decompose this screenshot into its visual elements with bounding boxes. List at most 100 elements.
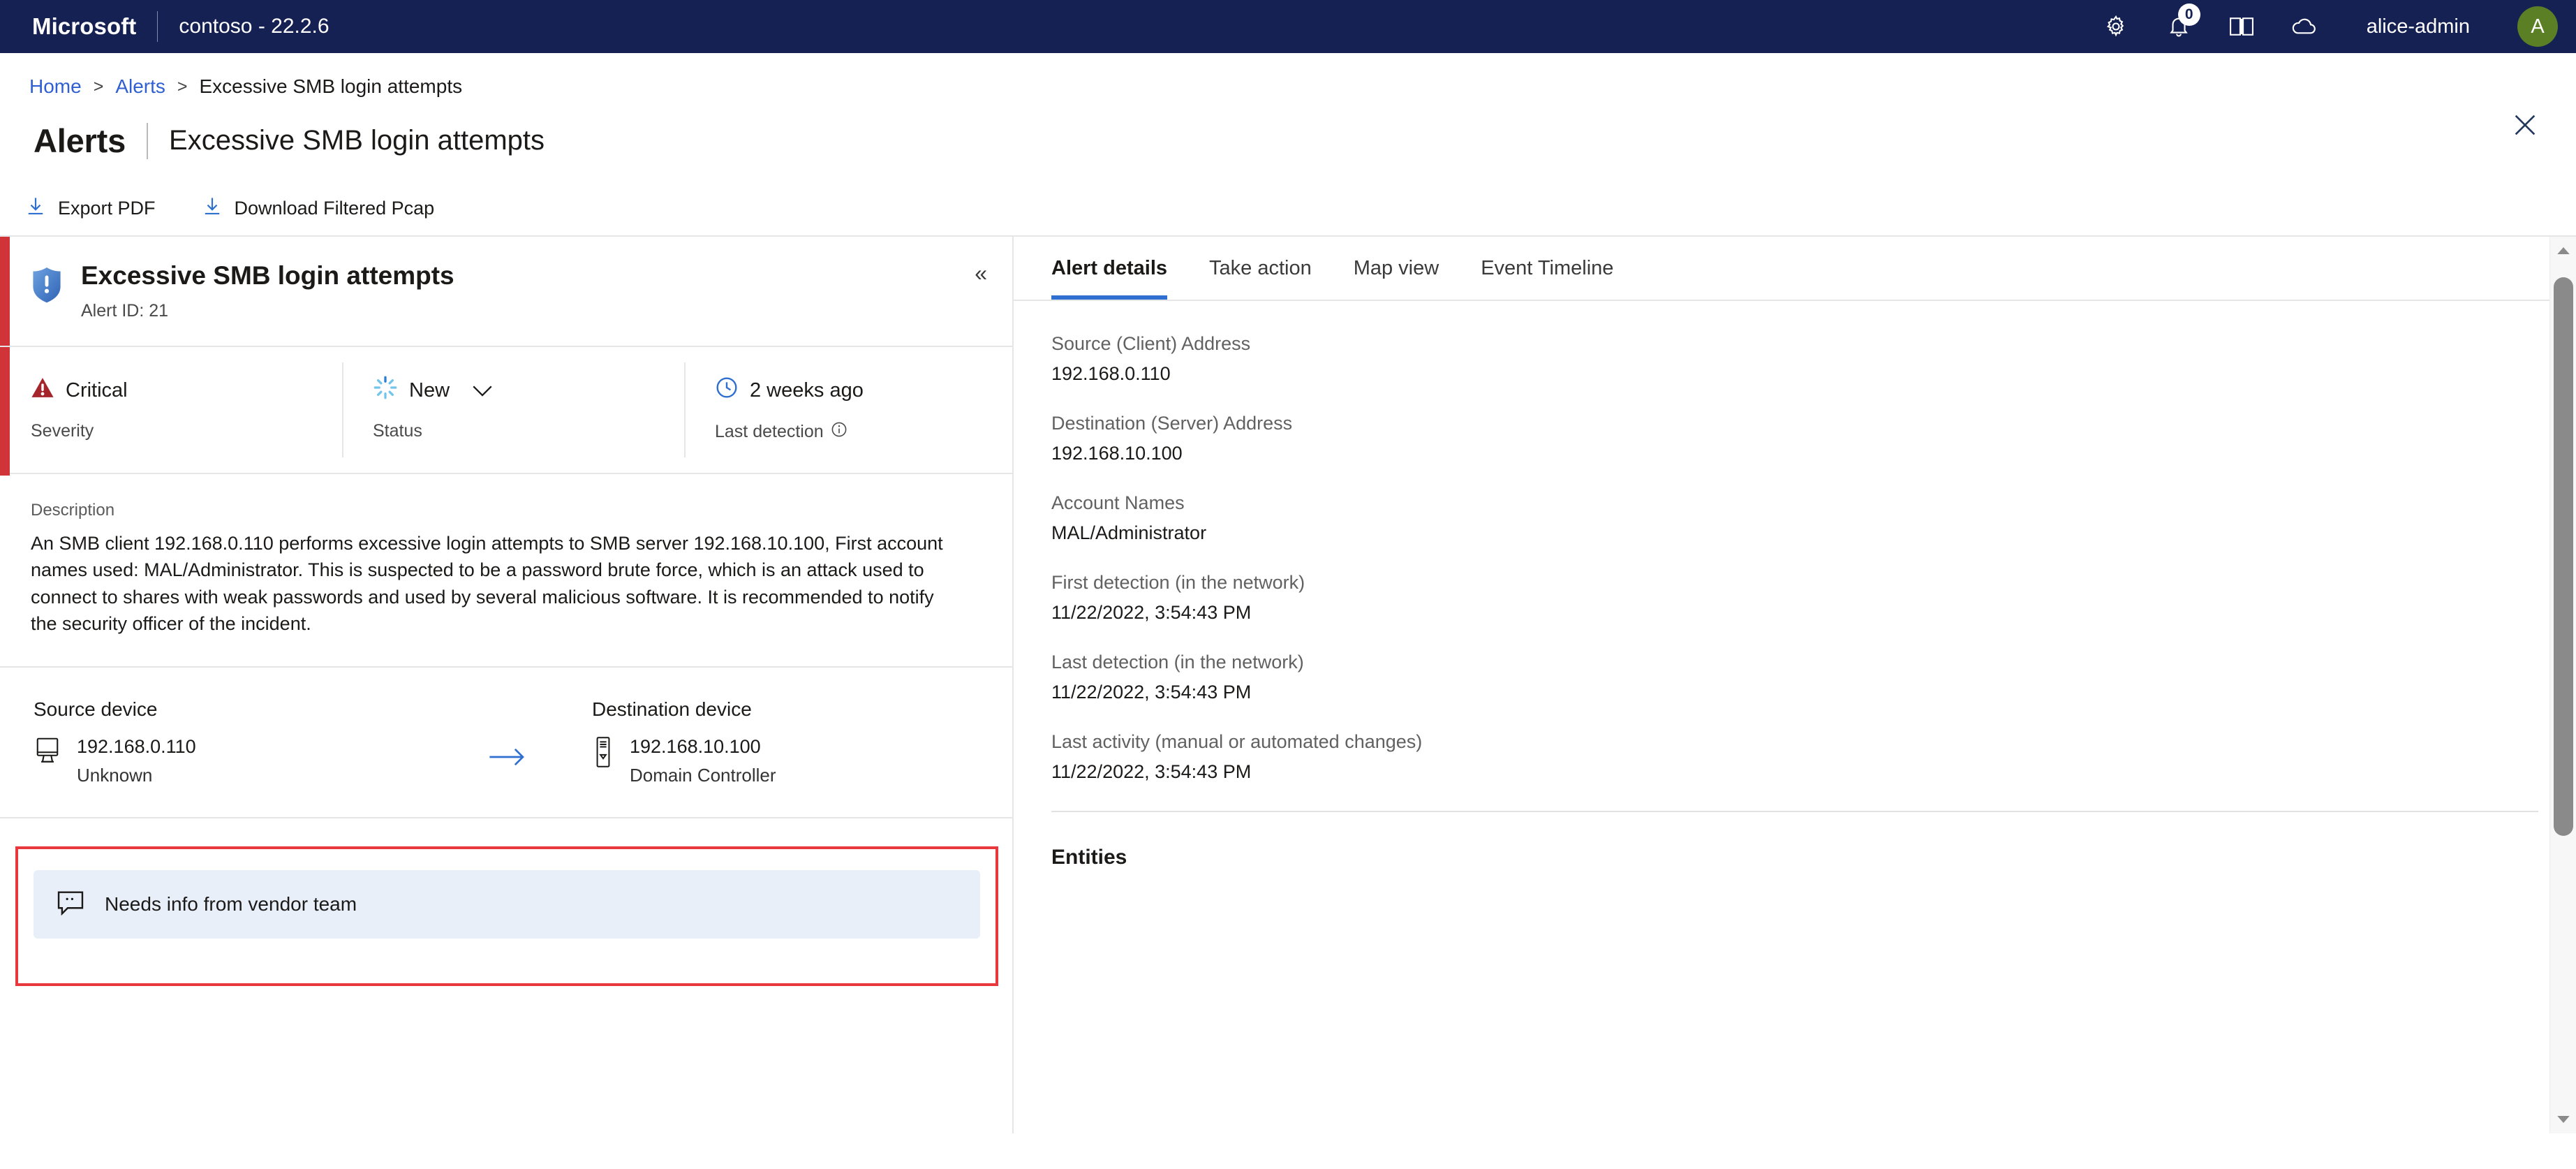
status-cell: New Status xyxy=(342,347,684,473)
vertical-scrollbar[interactable] xyxy=(2549,237,2576,1133)
page-title: Alerts xyxy=(34,122,126,159)
field-first-detection: First detection (in the network) 11/22/2… xyxy=(1051,572,2576,624)
breadcrumb-item-current: Excessive SMB login attempts xyxy=(199,75,463,97)
source-device-column: Source device 192.168.0.110 Unknown xyxy=(34,698,313,786)
brand-divider xyxy=(157,11,158,42)
status-label-text: Status xyxy=(373,421,422,441)
critical-triangle-icon xyxy=(31,376,54,404)
last-detection-value-row: 2 weeks ago xyxy=(715,374,1012,407)
gear-icon[interactable] xyxy=(2100,10,2132,43)
scrollbar-thumb[interactable] xyxy=(2554,277,2573,836)
entities-heading: Entities xyxy=(1051,846,1127,869)
last-detection-value: 2 weeks ago xyxy=(750,378,864,402)
download-pcap-button[interactable]: Download Filtered Pcap xyxy=(195,191,442,226)
status-label: Status xyxy=(373,421,684,441)
tab-event-timeline[interactable]: Event Timeline xyxy=(1460,237,1634,300)
scrollbar-track[interactable] xyxy=(2550,265,2576,1105)
alert-id-label: Alert ID: 21 xyxy=(81,300,169,321)
avatar[interactable]: A xyxy=(2517,6,2558,47)
field-value: 11/22/2022, 3:54:43 PM xyxy=(1051,602,1252,623)
book-icon[interactable] xyxy=(2226,10,2258,43)
description-block: Description An SMB client 192.168.0.110 … xyxy=(0,474,1012,668)
severity-cell: Critical Severity xyxy=(0,347,342,473)
tenant-name-label: contoso - 22.2.6 xyxy=(179,15,330,38)
field-value: 192.168.10.100 xyxy=(1051,443,1183,464)
severity-value: Critical xyxy=(66,378,128,402)
alert-details-panel: Alert details Take action Map view Event… xyxy=(1014,237,2576,1133)
close-icon[interactable] xyxy=(2506,106,2544,144)
breadcrumb-item-alerts[interactable]: Alerts xyxy=(115,75,165,98)
download-icon xyxy=(25,196,46,221)
destination-device-ip[interactable]: 192.168.10.100 xyxy=(630,736,776,758)
comment-item[interactable]: Needs info from vendor team xyxy=(34,870,980,939)
field-value: MAL/Administrator xyxy=(1051,522,1207,543)
tab-map-view[interactable]: Map view xyxy=(1333,237,1460,300)
severity-value-row: Critical xyxy=(31,374,342,407)
destination-device-body: 192.168.10.100 Domain Controller xyxy=(592,736,871,786)
tab-take-action[interactable]: Take action xyxy=(1188,237,1333,300)
microsoft-logo[interactable]: Microsoft xyxy=(32,13,136,40)
detail-tabs: Alert details Take action Map view Event… xyxy=(1014,237,2576,301)
cloud-icon[interactable] xyxy=(2288,10,2320,43)
source-device-type: Unknown xyxy=(77,765,153,786)
alert-summary-panel: Excessive SMB login attempts Alert ID: 2… xyxy=(0,237,1014,1133)
chevron-down-icon[interactable] xyxy=(471,382,494,399)
bell-icon[interactable]: 0 xyxy=(2163,3,2200,43)
tab-alert-details[interactable]: Alert details xyxy=(1051,237,1188,300)
info-icon[interactable] xyxy=(831,421,847,443)
field-source-client-address: Source (Client) Address 192.168.0.110 xyxy=(1051,333,2576,385)
detail-field-list: Source (Client) Address 192.168.0.110 De… xyxy=(1014,301,2576,783)
clock-icon xyxy=(715,376,739,405)
field-account-names: Account Names MAL/Administrator xyxy=(1051,492,2576,544)
field-label: Last activity (manual or automated chang… xyxy=(1051,731,1423,752)
username-label[interactable]: alice-admin xyxy=(2367,15,2470,38)
destination-device-heading: Destination device xyxy=(592,698,752,721)
alert-title: Excessive SMB login attempts xyxy=(81,261,454,290)
destination-device-text: 192.168.10.100 Domain Controller xyxy=(630,736,776,786)
comment-highlight-box: Needs info from vendor team xyxy=(15,846,998,987)
source-device-text: 192.168.0.110 Unknown xyxy=(77,736,196,786)
field-value: 192.168.0.110 xyxy=(1051,363,1171,384)
breadcrumb-separator: > xyxy=(177,76,188,96)
alert-card-title-block: Excessive SMB login attempts Alert ID: 2… xyxy=(81,261,454,321)
last-detection-label: Last detection xyxy=(715,421,1012,443)
field-value: 11/22/2022, 3:54:43 PM xyxy=(1051,682,1252,703)
page-header: Alerts Excessive SMB login attempts xyxy=(0,98,2576,160)
download-icon xyxy=(202,196,223,221)
breadcrumb-item-home[interactable]: Home xyxy=(29,75,82,98)
breadcrumb: Home > Alerts > Excessive SMB login atte… xyxy=(0,53,2576,98)
page-subtitle: Excessive SMB login attempts xyxy=(169,125,545,156)
field-destination-server-address: Destination (Server) Address 192.168.10.… xyxy=(1051,413,2576,464)
status-value: New xyxy=(409,378,450,402)
title-divider xyxy=(147,122,149,159)
source-device-body: 192.168.0.110 Unknown xyxy=(34,736,313,786)
severity-label: Severity xyxy=(31,421,342,441)
comment-bubble-icon xyxy=(56,889,85,920)
field-last-detection: Last detection (in the network) 11/22/20… xyxy=(1051,652,2576,703)
content-area: Excessive SMB login attempts Alert ID: 2… xyxy=(0,237,2576,1133)
status-value-row: New xyxy=(373,374,684,407)
field-label: Account Names xyxy=(1051,492,1185,513)
last-detection-cell: 2 weeks ago Last detection xyxy=(684,347,1012,473)
severity-label-text: Severity xyxy=(31,421,94,441)
comment-text: Needs info from vendor team xyxy=(105,893,357,916)
field-label: Last detection (in the network) xyxy=(1051,652,1304,672)
field-label: First detection (in the network) xyxy=(1051,572,1305,593)
monitor-icon xyxy=(34,736,61,769)
scroll-up-arrow-icon[interactable] xyxy=(2550,237,2576,265)
source-device-ip[interactable]: 192.168.0.110 xyxy=(77,736,196,758)
last-detection-label-text: Last detection xyxy=(715,422,824,441)
device-flow-block: Source device 192.168.0.110 Unknown Dest… xyxy=(0,668,1012,819)
command-bar: Export PDF Download Filtered Pcap xyxy=(0,160,2576,228)
field-value: 11/22/2022, 3:54:43 PM xyxy=(1051,761,1252,782)
destination-device-type: Domain Controller xyxy=(630,765,776,786)
destination-device-column: Destination device 192.168.10.100 Domain… xyxy=(592,698,871,786)
alert-card-header: Excessive SMB login attempts Alert ID: 2… xyxy=(0,237,1012,347)
source-device-heading: Source device xyxy=(34,698,158,721)
topbar-icon-group: 0 alice-admin A xyxy=(2100,3,2558,47)
download-pcap-label: Download Filtered Pcap xyxy=(234,197,435,219)
export-pdf-button[interactable]: Export PDF xyxy=(18,191,163,226)
scroll-down-arrow-icon[interactable] xyxy=(2550,1105,2576,1133)
top-navigation-bar: Microsoft contoso - 22.2.6 0 alice-admin… xyxy=(0,0,2576,53)
collapse-panel-icon[interactable]: « xyxy=(975,262,987,284)
